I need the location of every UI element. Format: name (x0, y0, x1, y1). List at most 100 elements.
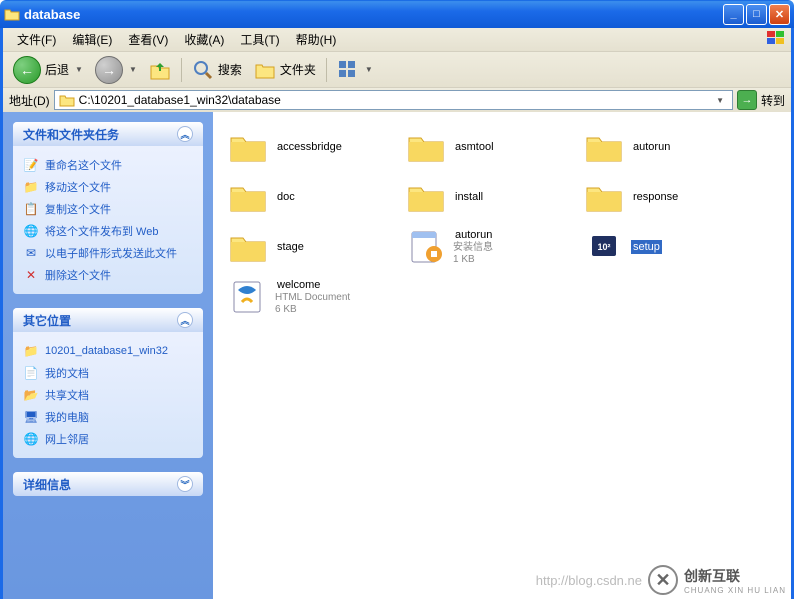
file-name: welcome (275, 278, 350, 292)
search-label: 搜索 (218, 61, 242, 78)
task-copy[interactable]: 📋 复制这个文件 (23, 198, 193, 220)
menu-help[interactable]: 帮助(H) (288, 29, 345, 50)
menu-view[interactable]: 查看(V) (120, 29, 176, 50)
file-item-autorun[interactable]: autorun (581, 124, 751, 170)
email-icon: ✉ (23, 245, 39, 261)
rename-icon: 📝 (23, 157, 39, 173)
delete-icon: ✕ (23, 267, 39, 283)
expand-icon: ︾ (177, 476, 193, 492)
tasks-title: 文件和文件夹任务 (23, 126, 119, 143)
file-name: response (631, 190, 680, 204)
place-my-documents[interactable]: 📄我的文档 (23, 362, 193, 384)
folder-icon (583, 178, 625, 216)
close-button[interactable]: ✕ (769, 4, 790, 25)
watermark-sub: CHUANG XIN HU LIAN (684, 586, 786, 595)
file-item-install[interactable]: install (403, 174, 573, 220)
menu-file[interactable]: 文件(F) (9, 29, 64, 50)
file-item-stage[interactable]: stage (225, 224, 395, 270)
file-item-autorun[interactable]: autorun安装信息1 KB (403, 224, 573, 270)
forward-button[interactable]: → ▼ (91, 54, 141, 86)
folder-icon (405, 178, 447, 216)
up-folder-icon (149, 59, 171, 81)
search-icon (192, 59, 214, 81)
place-network[interactable]: 🌐 网上邻居 (23, 428, 193, 450)
folder-icon (227, 128, 269, 166)
task-rename[interactable]: 📝重命名这个文件 (23, 154, 193, 176)
svg-text:10²: 10² (597, 242, 610, 252)
network-icon: 🌐 (23, 431, 39, 447)
menu-favorites[interactable]: 收藏(A) (176, 29, 232, 50)
maximize-button[interactable]: □ (746, 4, 767, 25)
windows-flag-icon (767, 31, 785, 48)
file-name: setup (631, 240, 662, 254)
file-item-doc[interactable]: doc (225, 174, 395, 220)
main-area: 文件和文件夹任务 ︽ 📝重命名这个文件 📁移动这个文件 📋 复制这个文件 🌐将这个… (3, 112, 791, 599)
folder-icon (227, 228, 269, 266)
file-name: autorun (453, 228, 494, 242)
task-move[interactable]: 📁移动这个文件 (23, 176, 193, 198)
copy-icon: 📋 (23, 201, 39, 217)
back-button[interactable]: ← 后退 ▼ (9, 54, 87, 86)
task-email[interactable]: ✉ 以电子邮件形式发送此文件 (23, 242, 193, 264)
folder-icon (59, 93, 75, 107)
place-my-computer[interactable]: 🖥我的电脑 (23, 406, 193, 428)
toolbar: ← 后退 ▼ → ▼ 搜索 文件夹 ▼ (3, 52, 791, 88)
place-label: 共享文档 (45, 387, 89, 403)
chevron-down-icon: ▼ (365, 65, 373, 74)
file-text: stage (275, 240, 306, 254)
file-text: setup (631, 240, 662, 254)
file-name: accessbridge (275, 140, 344, 154)
watermark-brand: 创新互联 (684, 566, 786, 586)
up-button[interactable] (145, 57, 175, 83)
menu-edit[interactable]: 编辑(E) (64, 29, 120, 50)
details-panel: 详细信息 ︾ (13, 472, 203, 496)
chevron-down-icon: ▼ (129, 65, 137, 74)
window-titlebar: database _ □ ✕ (0, 0, 794, 28)
place-label: 网上邻居 (45, 431, 89, 447)
file-item-response[interactable]: response (581, 174, 751, 220)
place-label: 10201_database1_win32 (45, 345, 168, 357)
task-delete[interactable]: ✕删除这个文件 (23, 264, 193, 286)
file-name: doc (275, 190, 297, 204)
file-name: stage (275, 240, 306, 254)
address-path: C:\10201_database1_win32\database (79, 93, 708, 107)
menu-bar: 文件(F) 编辑(E) 查看(V) 收藏(A) 工具(T) 帮助(H) (3, 28, 791, 52)
minimize-button[interactable]: _ (723, 4, 744, 25)
views-icon (337, 59, 359, 81)
file-item-asmtool[interactable]: asmtool (403, 124, 573, 170)
task-publish[interactable]: 🌐将这个文件发布到 Web (23, 220, 193, 242)
file-item-accessbridge[interactable]: accessbridge (225, 124, 395, 170)
file-list[interactable]: accessbridge asmtool autorun doc install resp… (213, 112, 791, 599)
details-panel-header[interactable]: 详细信息 ︾ (13, 472, 203, 496)
separator (326, 58, 327, 82)
places-panel: 其它位置 ︽ 📁10201_database1_win32 📄我的文档 📂共享文… (13, 308, 203, 458)
window-title: database (24, 7, 723, 22)
address-dropdown-icon[interactable]: ▼ (712, 96, 728, 105)
search-button[interactable]: 搜索 (188, 57, 246, 83)
address-input[interactable]: C:\10201_database1_win32\database ▼ (54, 90, 733, 110)
tasks-panel-header[interactable]: 文件和文件夹任务 ︽ (13, 122, 203, 146)
task-label: 复制这个文件 (45, 201, 111, 217)
computer-icon: 🖥 (23, 409, 39, 425)
place-shared-documents[interactable]: 📂共享文档 (23, 384, 193, 406)
back-label: 后退 (45, 61, 69, 78)
file-name: autorun (631, 140, 672, 154)
views-button[interactable]: ▼ (333, 57, 377, 83)
folder-icon (405, 128, 447, 166)
file-item-welcome[interactable]: welcomeHTML Document6 KB (225, 274, 395, 320)
menu-tools[interactable]: 工具(T) (232, 29, 287, 50)
file-text: install (453, 190, 485, 204)
task-label: 以电子邮件形式发送此文件 (45, 245, 177, 261)
folders-label: 文件夹 (280, 61, 316, 78)
task-label: 移动这个文件 (45, 179, 111, 195)
go-button[interactable]: → (737, 90, 757, 110)
file-name: asmtool (453, 140, 496, 154)
places-title: 其它位置 (23, 312, 71, 329)
folders-button[interactable]: 文件夹 (250, 57, 320, 83)
file-item-setup[interactable]: 10² setup (581, 224, 751, 270)
folders-icon (254, 59, 276, 81)
file-text: autorun安装信息1 KB (453, 228, 494, 266)
places-panel-header[interactable]: 其它位置 ︽ (13, 308, 203, 332)
back-icon: ← (13, 56, 41, 84)
place-parent-folder[interactable]: 📁10201_database1_win32 (23, 340, 193, 362)
